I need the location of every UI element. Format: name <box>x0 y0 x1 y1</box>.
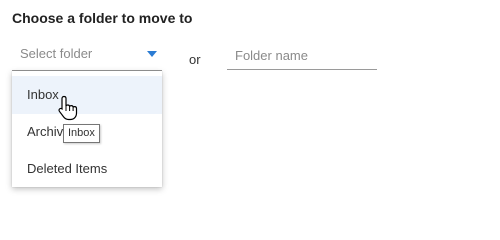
folder-name-input[interactable] <box>227 42 377 70</box>
dialog-heading: Choose a folder to move to <box>12 10 193 26</box>
chevron-down-icon[interactable] <box>147 51 157 57</box>
folder-select-placeholder: Select folder <box>20 46 93 61</box>
hand-pointer-icon <box>58 95 78 121</box>
move-to-folder-panel: Choose a folder to move to Select folder… <box>0 0 500 205</box>
tooltip: Inbox <box>63 124 100 143</box>
dropdown-item-inbox[interactable]: Inbox <box>12 76 162 114</box>
or-separator: or <box>189 52 201 67</box>
dropdown-item-deleted-items[interactable]: Deleted Items <box>12 150 162 188</box>
folder-select[interactable]: Select folder <box>12 42 162 71</box>
